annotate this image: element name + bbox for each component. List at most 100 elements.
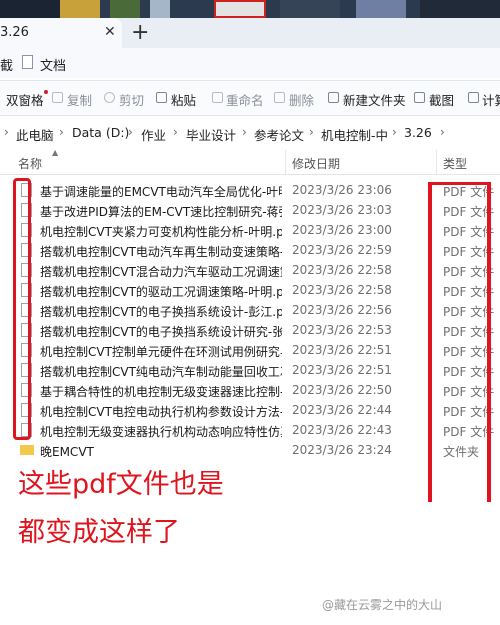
delete-icon [274,92,285,103]
breadcrumb-graduation-design[interactable]: 毕业设计 [186,125,236,144]
breadcrumb-mechatronic-control[interactable]: 机电控制-中 [321,125,388,144]
breadcrumb[interactable]: › 此电脑 › Data (D:) › 作业 › 毕业设计 › 参考论文 › 机… [0,120,500,146]
table-row[interactable]: 搭载机电控制CVT的驱动工况调速策略-叶明.pdf 2023/3/26 22:58… [0,280,500,300]
column-modified[interactable]: 修改日期 [292,155,340,172]
screenshot-button[interactable]: 截图 [429,90,454,109]
chevron-right-icon: › [242,125,247,139]
annotation-text-line1: 这些pdf文件也是 [18,469,224,500]
table-row[interactable]: 机电控制无级变速器执行机构动态响应特性仿真... 2023/3/26 22:43 P… [0,420,500,440]
file-name[interactable]: 晚EMCVT [40,443,282,460]
file-name[interactable]: 搭载机电控制CVT的驱动工况调速策略-叶明.pdf [40,283,282,300]
file-date: 2023/3/26 22:53 [292,323,392,337]
table-row[interactable]: 搭载机电控制CVT电动汽车再生制动变速策略-... 2023/3/26 22:59… [0,240,500,260]
file-date: 2023/3/26 23:00 [292,223,392,237]
delete-button[interactable]: 删除 [289,90,314,109]
file-name[interactable]: 搭载机电控制CVT电动汽车再生制动变速策略-... [40,243,282,260]
paste-icon [156,92,167,103]
file-date: 2023/3/26 22:58 [292,283,392,297]
file-name[interactable]: 基于调速能量的EMCVT电动汽车全局优化-叶明... [40,183,282,200]
new-folder-button[interactable]: 新建文件夹 [343,90,406,109]
paste-button[interactable]: 粘贴 [171,90,196,109]
new-folder-icon [328,92,339,103]
column-name[interactable]: 名称 [18,155,42,172]
table-row[interactable]: 搭载机电控制CVT的电子换挡系统设计研究-张... 2023/3/26 22:53… [0,320,500,340]
file-name[interactable]: 基于耦合特性的机电控制无级变速器速比控制-... [40,383,282,400]
file-date: 2023/3/26 22:50 [292,383,392,397]
column-divider[interactable] [436,150,437,174]
column-header: ▲ 名称 修改日期 类型 [0,148,500,175]
notification-dot [44,90,48,94]
chevron-right-icon: › [392,125,397,139]
file-date: 2023/3/26 22:44 [292,403,392,417]
file-date: 2023/3/26 22:51 [292,343,392,357]
copy-icon [52,92,63,103]
annotation-line-left [428,182,432,502]
breadcrumb-drive-d[interactable]: Data (D:) [72,125,129,140]
file-name[interactable]: 搭载机电控制CVT混合动力汽车驱动工况调速策... [40,263,282,280]
file-date: 2023/3/26 23:03 [292,203,392,217]
file-name[interactable]: 机电控制CVT控制单元硬件在环测试用例研究与... [40,343,282,360]
table-row[interactable]: 机电控制CVT夹紧力可变机构性能分析-叶明.pdf 2023/3/26 23:00… [0,220,500,240]
table-row[interactable]: 搭载机电控制CVT纯电动汽车制动能量回收工况... 2023/3/26 22:51… [0,360,500,380]
column-type[interactable]: 类型 [443,155,467,172]
file-name[interactable]: 基于改进PID算法的EM-CVT速比控制研究-蒋强... [40,203,282,220]
file-date: 2023/3/26 22:58 [292,263,392,277]
breadcrumb-this-pc[interactable]: 此电脑 [16,125,54,144]
table-row[interactable]: 晚EMCVT 2023/3/26 23:24 文件夹 [0,440,500,460]
sort-caret-icon: ▲ [52,148,59,157]
file-date: 2023/3/26 22:51 [292,363,392,377]
tab-3-26[interactable]: 3.26 ✕ [0,18,122,48]
command-toolbar: 双窗格 复制 剪切 粘贴 重命名 删除 新建文件夹 截图 计算 [0,80,500,116]
calculator-button[interactable]: 计算 [482,90,500,109]
file-name[interactable]: 搭载机电控制CVT的电子换挡系统设计-彭江.pdf [40,303,282,320]
desktop-background-strip [0,0,500,18]
cut-button[interactable]: 剪切 [119,90,144,109]
document-icon [22,55,33,69]
calculator-icon [468,92,479,103]
breadcrumb-current-folder[interactable]: 3.26 [404,125,432,140]
chevron-right-icon: › [4,125,9,139]
annotation-box-icons [13,178,31,440]
file-name[interactable]: 搭载机电控制CVT的电子换挡系统设计研究-张... [40,323,282,340]
file-date: 2023/3/26 22:59 [292,243,392,257]
annotation-line-top [430,182,490,185]
copy-button[interactable]: 复制 [67,90,92,109]
rename-icon [212,92,223,103]
tab-bar: 3.26 ✕ + [0,18,500,48]
screenshot-icon [414,92,425,103]
breadcrumb-reference-papers[interactable]: 参考论文 [254,125,304,144]
chevron-right-icon: › [309,125,314,139]
file-name[interactable]: 机电控制CVT电控电动执行机构参数设计方法-... [40,403,282,420]
table-row[interactable]: 搭载机电控制CVT混合动力汽车驱动工况调速策... 2023/3/26 22:58… [0,260,500,280]
table-row[interactable]: 基于耦合特性的机电控制无级变速器速比控制-... 2023/3/26 22:50 P… [0,380,500,400]
file-date: 2023/3/26 22:43 [292,423,392,437]
file-name[interactable]: 机电控制无级变速器执行机构动态响应特性仿真... [40,423,282,440]
chevron-right-icon: › [128,125,133,139]
file-name[interactable]: 搭载机电控制CVT纯电动汽车制动能量回收工况... [40,363,282,380]
annotation-text-line2: 都变成这样了 [18,517,180,548]
close-icon[interactable]: ✕ [104,24,116,40]
file-type: 文件夹 [443,445,480,459]
table-row[interactable]: 机电控制CVT电控电动执行机构参数设计方法-... 2023/3/26 22:44… [0,400,500,420]
table-row[interactable]: 搭载机电控制CVT的电子换挡系统设计-彭江.pdf 2023/3/26 22:56… [0,300,500,320]
quick-item-screenshot[interactable]: 截 [0,55,13,74]
file-date: 2023/3/26 22:56 [292,303,392,317]
table-row[interactable]: 基于改进PID算法的EM-CVT速比控制研究-蒋强... 2023/3/26 23… [0,200,500,220]
chevron-right-icon: › [440,125,445,139]
watermark: @藏在云雾之中的大山 [322,598,443,612]
table-row[interactable]: 基于调速能量的EMCVT电动汽车全局优化-叶明... 2023/3/26 23:0… [0,180,500,200]
file-name[interactable]: 机电控制CVT夹紧力可变机构性能分析-叶明.pdf [40,223,282,240]
table-row[interactable]: 机电控制CVT控制单元硬件在环测试用例研究与... 2023/3/26 22:51… [0,340,500,360]
chevron-right-icon: › [59,125,64,139]
column-divider[interactable] [285,150,286,174]
chevron-right-icon: › [173,125,178,139]
file-date: 2023/3/26 23:24 [292,443,392,457]
plus-icon[interactable]: + [131,20,149,45]
breadcrumb-homework[interactable]: 作业 [141,125,166,144]
annotation-line-right [487,182,491,502]
dual-pane-button[interactable]: 双窗格 [6,90,44,109]
folder-icon [20,445,34,455]
scissors-icon [104,92,115,103]
quick-item-documents[interactable]: 文档 [40,55,66,74]
rename-button[interactable]: 重命名 [226,90,264,109]
